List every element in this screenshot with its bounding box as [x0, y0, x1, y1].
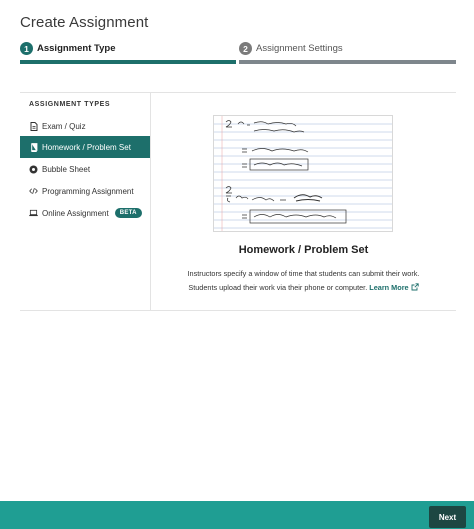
detail-description-text: Students upload their work via their pho…	[188, 283, 368, 292]
detail-description-line2: Students upload their work via their pho…	[151, 283, 456, 292]
step-number: 1	[20, 42, 33, 55]
sidebar-item-exam-quiz[interactable]: Exam / Quiz	[20, 115, 150, 137]
document-icon	[29, 121, 38, 131]
assignment-type-detail: Homework / Problem Set Instructors speci…	[151, 93, 456, 311]
step-progress-bar-inactive	[239, 60, 456, 64]
laptop-icon	[29, 209, 38, 218]
sidebar-item-online-assignment[interactable]: Online Assignment BETA	[20, 202, 150, 224]
assignment-types-sidebar: ASSIGNMENT TYPES Exam / Quiz Homework / …	[20, 93, 151, 311]
learn-more-label: Learn More	[369, 283, 409, 292]
beta-badge: BETA	[114, 208, 142, 218]
learn-more-link[interactable]: Learn More	[369, 283, 419, 292]
sidebar-item-label: Bubble Sheet	[42, 164, 91, 174]
detail-title: Homework / Problem Set	[238, 244, 369, 256]
sidebar-item-programming-assignment[interactable]: Programming Assignment	[20, 180, 150, 202]
step-label: Assignment Type	[37, 43, 116, 54]
sidebar-item-homework-problem-set[interactable]: Homework / Problem Set	[20, 136, 150, 158]
sidebar-item-label: Homework / Problem Set	[42, 142, 131, 152]
code-icon	[29, 187, 38, 196]
sidebar-item-label: Exam / Quiz	[42, 121, 86, 131]
page-title: Create Assignment	[20, 14, 149, 31]
external-link-icon	[411, 283, 419, 292]
next-button[interactable]: Next	[429, 506, 466, 528]
step-number: 2	[239, 42, 252, 55]
assignment-type-panel: ASSIGNMENT TYPES Exam / Quiz Homework / …	[20, 92, 456, 311]
homework-sample-image	[213, 115, 393, 232]
book-icon	[29, 142, 38, 152]
sidebar-item-bubble-sheet[interactable]: Bubble Sheet	[20, 158, 150, 180]
footer-bar: Next	[0, 501, 474, 529]
detail-description: Instructors specify a window of time tha…	[187, 269, 420, 278]
step-label: Assignment Settings	[256, 43, 343, 54]
step-progress-bar-active	[20, 60, 236, 64]
stepper: 1 Assignment Type 2 Assignment Settings	[20, 42, 456, 66]
bubble-icon	[29, 165, 38, 174]
sidebar-heading: ASSIGNMENT TYPES	[29, 101, 111, 108]
sidebar-item-label: Online Assignment	[42, 208, 109, 218]
sidebar-item-label: Programming Assignment	[42, 186, 134, 196]
